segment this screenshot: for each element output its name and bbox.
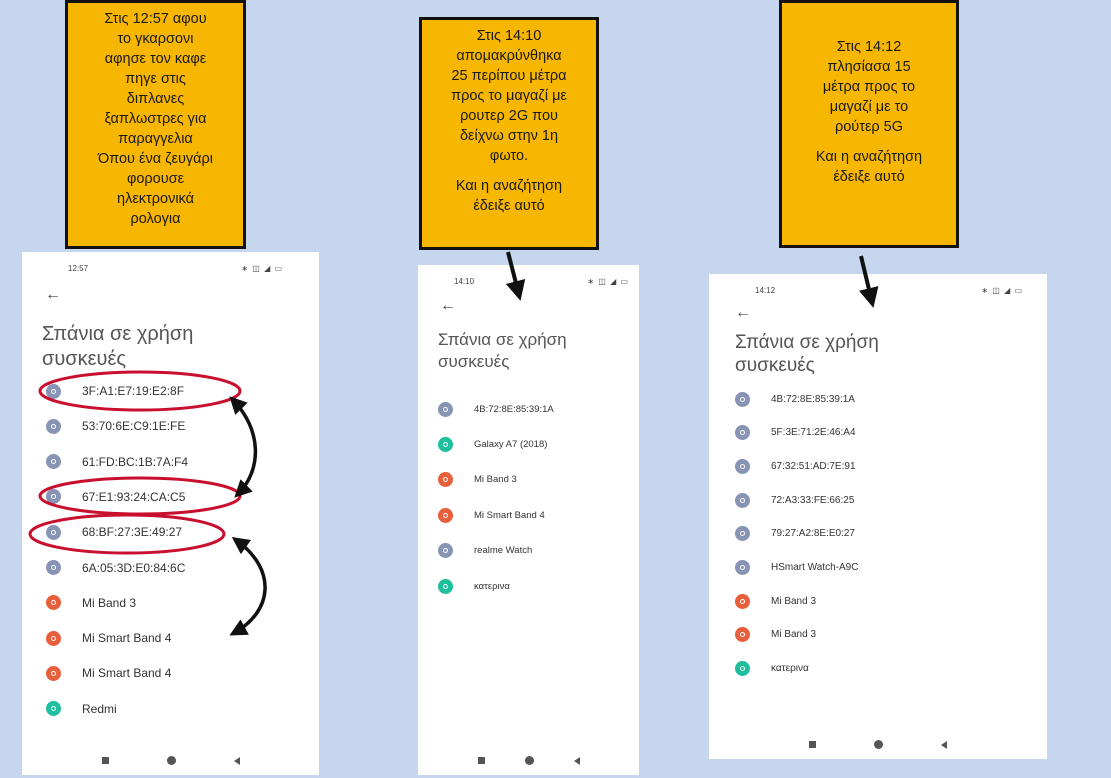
highlight-circle-1 [38,370,242,412]
annotation-overlay [28,251,879,636]
down-arrow-2 [859,255,879,308]
double-arrow-2 [229,536,267,636]
highlight-circle-2 [38,476,242,516]
down-arrow-1 [505,251,526,301]
double-arrow-1 [229,396,258,498]
highlight-circle-3 [28,513,226,555]
